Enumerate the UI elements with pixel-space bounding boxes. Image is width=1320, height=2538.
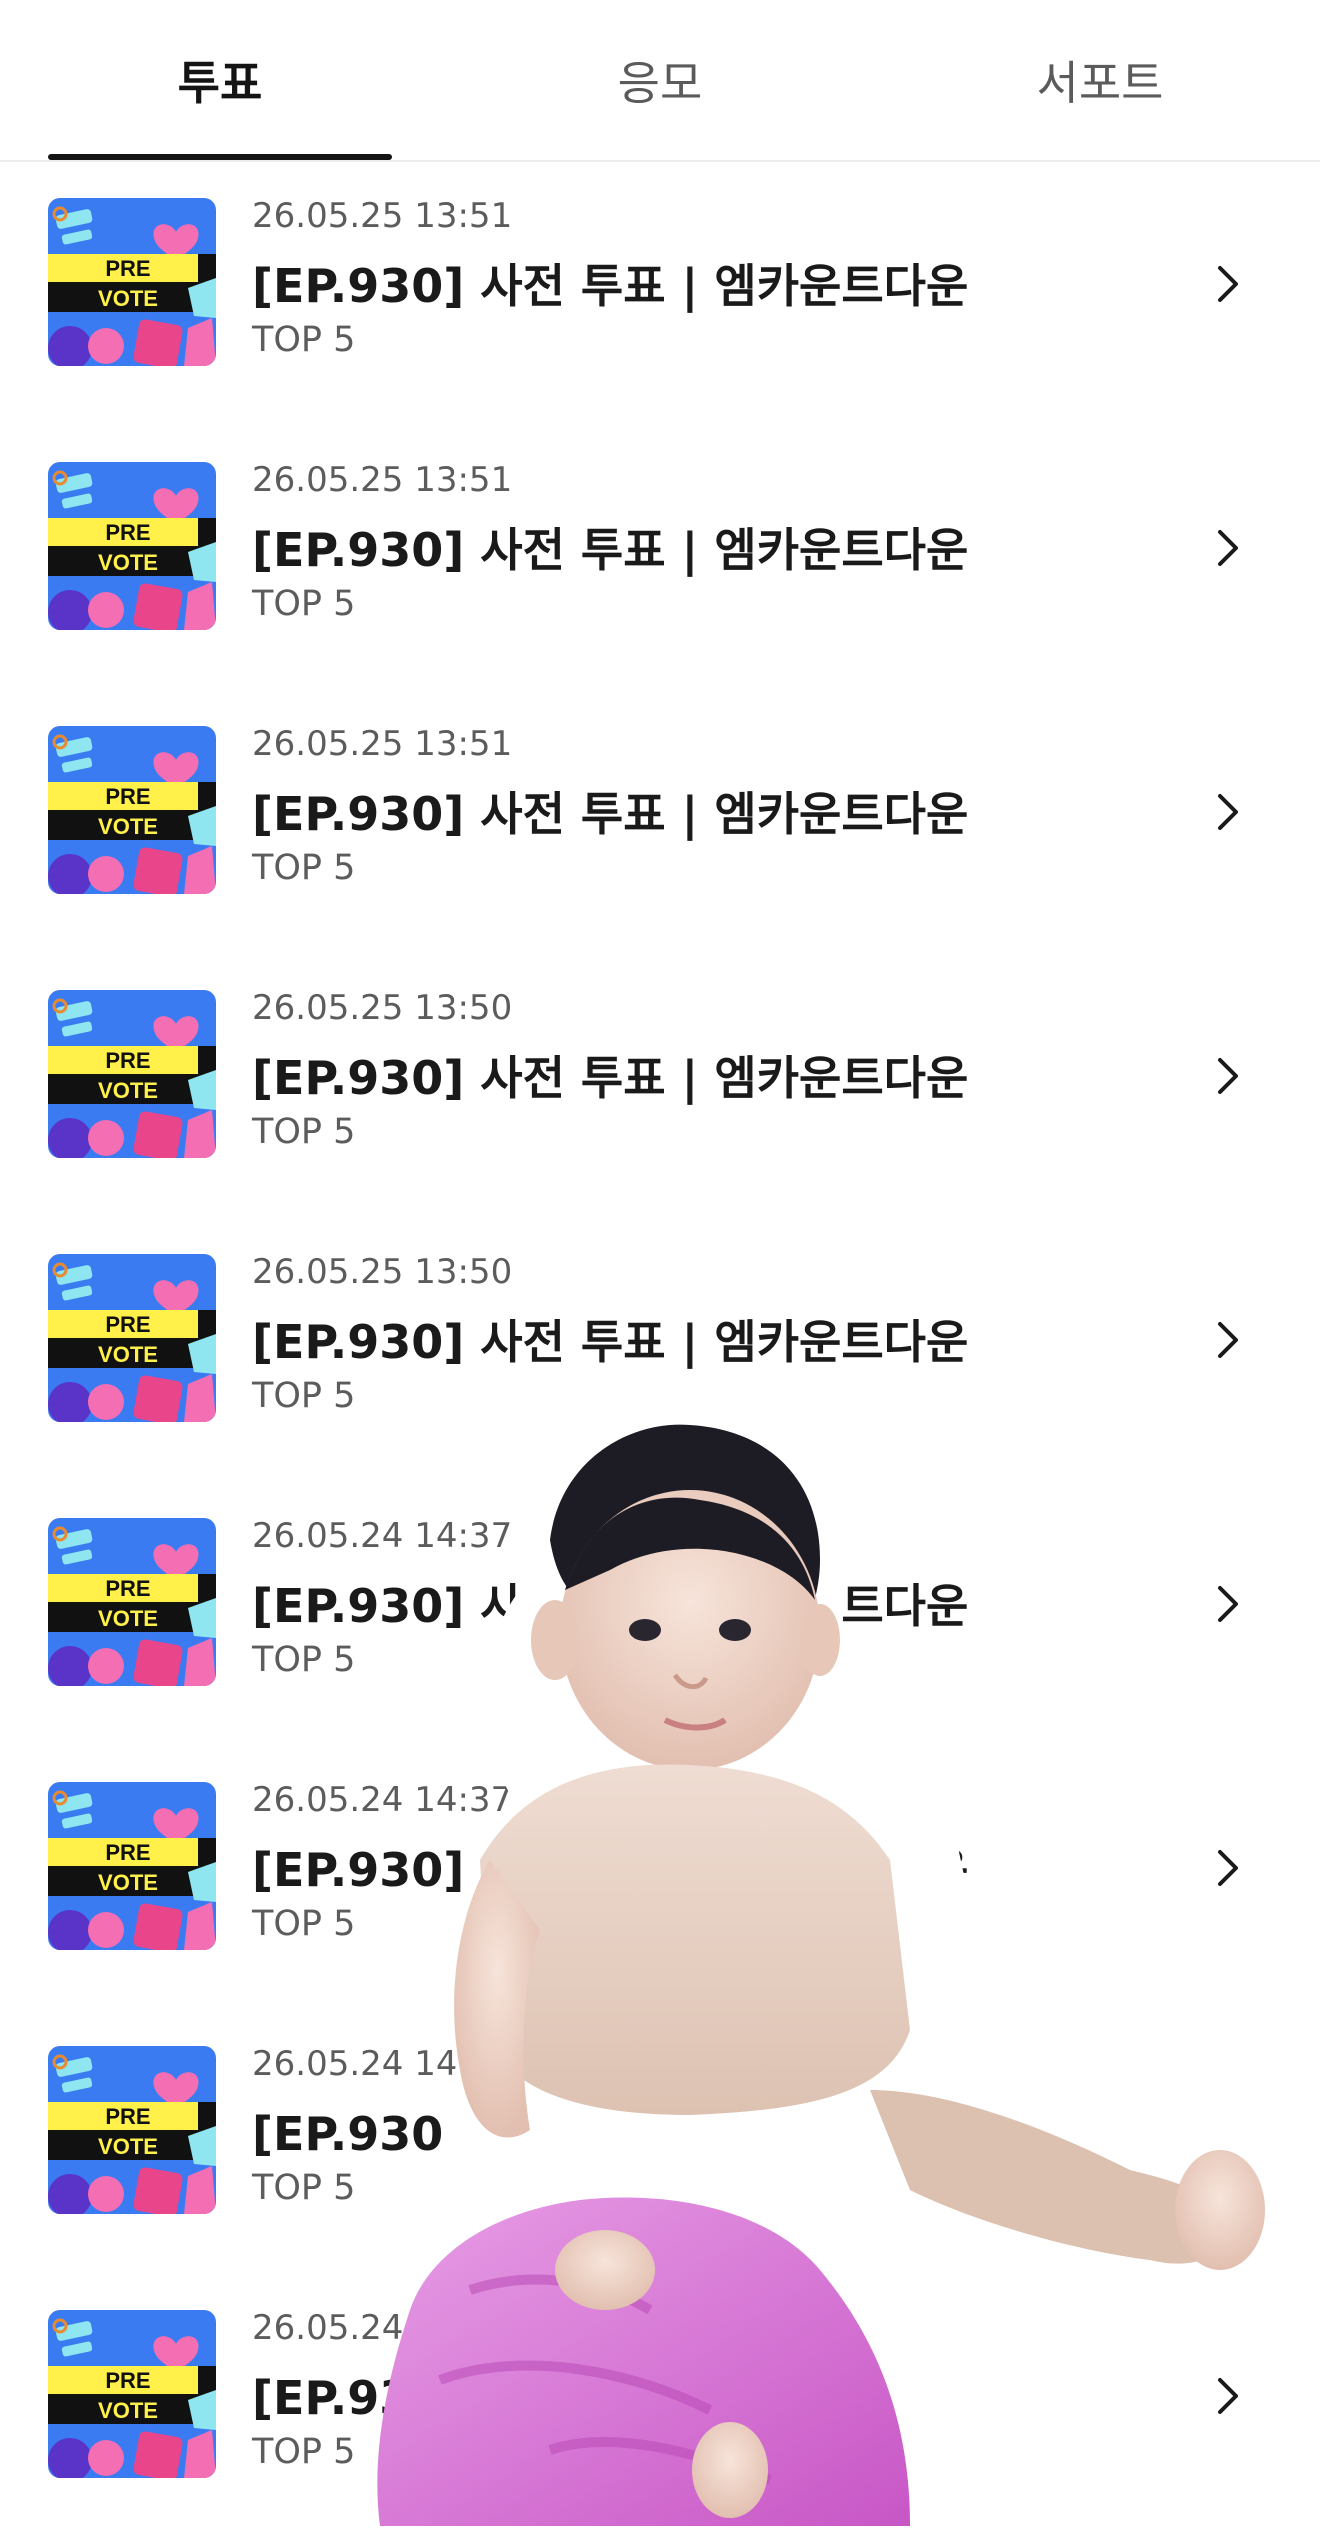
- pre-vote-thumbnail: PRE VOTE: [48, 726, 216, 894]
- item-subtitle: TOP 5: [252, 1640, 356, 1680]
- chevron-right-icon[interactable]: [1208, 526, 1248, 570]
- item-title: [EP.930] 사전 투표 | 엠카운트다운: [252, 1843, 969, 1897]
- item-title: [EP.930] 사전 투표 | 엠카운트다운: [252, 523, 969, 577]
- thumbnail-pre-label: PRE: [105, 1576, 150, 1601]
- pre-vote-thumbnail: PRE VOTE: [48, 1518, 216, 1686]
- vote-list-item[interactable]: PRE VOTE 26.05.25 13:51 [EP.930] 사전 투표 | 엠카…: [0, 426, 1320, 690]
- item-title: [EP.930] 사전 투표 | 엠카운트다운: [252, 1579, 969, 1633]
- tab-bar: 투표 응모 서포트: [0, 0, 1320, 162]
- pre-vote-thumbnail: PRE VOTE: [48, 1254, 216, 1422]
- item-title: [EP.930] 사전 투표 | 엠카운트다운: [252, 787, 969, 841]
- pre-vote-thumbnail: PRE VOTE: [48, 990, 216, 1158]
- item-subtitle: TOP 5: [252, 1112, 356, 1152]
- chevron-right-icon[interactable]: [1208, 2110, 1248, 2154]
- thumbnail-vote-label: VOTE: [98, 1606, 158, 1631]
- pre-vote-thumbnail: PRE VOTE: [48, 2046, 216, 2214]
- thumbnail-pre-label: PRE: [105, 784, 150, 809]
- thumbnail-vote-label: VOTE: [98, 286, 158, 311]
- active-tab-indicator: [48, 154, 392, 160]
- chevron-right-icon[interactable]: [1208, 2374, 1248, 2418]
- thumbnail-vote-label: VOTE: [98, 1078, 158, 1103]
- vote-list-item[interactable]: PRE VOTE 26.05.25 13:50 [EP.930] 사전 투표 | 엠카…: [0, 1218, 1320, 1482]
- vote-list-item[interactable]: PRE VOTE 26.05.24 14:37 [EP.930] 사전 투표 | 엠카…: [0, 2274, 1320, 2538]
- item-date: 26.05.25 13:51: [252, 196, 513, 236]
- chevron-right-icon[interactable]: [1208, 1846, 1248, 1890]
- chevron-right-icon[interactable]: [1208, 790, 1248, 834]
- vote-list-item[interactable]: PRE VOTE 26.05.25 13:50 [EP.930] 사전 투표 | 엠카…: [0, 954, 1320, 1218]
- pre-vote-thumbnail: PRE VOTE: [48, 1782, 216, 1950]
- item-date: 26.05.25 13:50: [252, 1252, 513, 1292]
- item-subtitle: TOP 5: [252, 2432, 356, 2472]
- vote-list-item[interactable]: PRE VOTE 26.05.25 13:51 [EP.930] 사전 투표 | 엠카…: [0, 162, 1320, 426]
- thumbnail-vote-label: VOTE: [98, 814, 158, 839]
- thumbnail-vote-label: VOTE: [98, 1870, 158, 1895]
- vote-list-item[interactable]: PRE VOTE 26.05.24 14:37 [EP.930] 사전 투표 | 엠카…: [0, 2010, 1320, 2274]
- item-date: 26.05.24 14:37: [252, 1516, 513, 1556]
- item-subtitle: TOP 5: [252, 848, 356, 888]
- item-title: [EP.930] 사전 투표 | 엠카운트다운: [252, 2371, 969, 2425]
- item-subtitle: TOP 5: [252, 1904, 356, 1944]
- thumbnail-pre-label: PRE: [105, 1840, 150, 1865]
- tab-support[interactable]: 서포트: [928, 0, 1272, 160]
- thumbnail-pre-label: PRE: [105, 2104, 150, 2129]
- item-title: [EP.930] 사전 투표 | 엠카운트다운: [252, 2107, 969, 2161]
- chevron-right-icon[interactable]: [1208, 1582, 1248, 1626]
- item-subtitle: TOP 5: [252, 584, 356, 624]
- thumbnail-pre-label: PRE: [105, 256, 150, 281]
- thumbnail-vote-label: VOTE: [98, 550, 158, 575]
- thumbnail-vote-label: VOTE: [98, 2398, 158, 2423]
- chevron-right-icon[interactable]: [1208, 262, 1248, 306]
- chevron-right-icon[interactable]: [1208, 1054, 1248, 1098]
- item-date: 26.05.24 14:37: [252, 2044, 513, 2084]
- item-subtitle: TOP 5: [252, 2168, 356, 2208]
- tab-apply[interactable]: 응모: [488, 0, 832, 160]
- thumbnail-vote-label: VOTE: [98, 2134, 158, 2159]
- item-date: 26.05.25 13:50: [252, 988, 513, 1028]
- thumbnail-vote-label: VOTE: [98, 1342, 158, 1367]
- pre-vote-thumbnail: PRE VOTE: [48, 2310, 216, 2478]
- vote-list-item[interactable]: PRE VOTE 26.05.24 14:37 [EP.930] 사전 투표 | 엠카…: [0, 1746, 1320, 2010]
- item-date: 26.05.24 14:37: [252, 1780, 513, 1820]
- item-subtitle: TOP 5: [252, 320, 356, 360]
- vote-list: PRE VOTE 26.05.25 13:51 [EP.930] 사전 투표 | 엠카…: [0, 162, 1320, 2538]
- vote-list-item[interactable]: PRE VOTE 26.05.25 13:51 [EP.930] 사전 투표 | 엠카…: [0, 690, 1320, 954]
- thumbnail-pre-label: PRE: [105, 2368, 150, 2393]
- chevron-right-icon[interactable]: [1208, 1318, 1248, 1362]
- item-date: 26.05.25 13:51: [252, 460, 513, 500]
- item-title: [EP.930] 사전 투표 | 엠카운트다운: [252, 1315, 969, 1369]
- item-date: 26.05.25 13:51: [252, 724, 513, 764]
- vote-list-item[interactable]: PRE VOTE 26.05.24 14:37 [EP.930] 사전 투표 | 엠카…: [0, 1482, 1320, 1746]
- thumbnail-pre-label: PRE: [105, 1312, 150, 1337]
- pre-vote-thumbnail: PRE VOTE: [48, 198, 216, 366]
- tab-vote[interactable]: 투표: [48, 0, 392, 160]
- item-title: [EP.930] 사전 투표 | 엠카운트다운: [252, 259, 969, 313]
- item-date: 26.05.24 14:37: [252, 2308, 513, 2348]
- thumbnail-pre-label: PRE: [105, 520, 150, 545]
- pre-vote-thumbnail: PRE VOTE: [48, 462, 216, 630]
- thumbnail-pre-label: PRE: [105, 1048, 150, 1073]
- item-title: [EP.930] 사전 투표 | 엠카운트다운: [252, 1051, 969, 1105]
- item-subtitle: TOP 5: [252, 1376, 356, 1416]
